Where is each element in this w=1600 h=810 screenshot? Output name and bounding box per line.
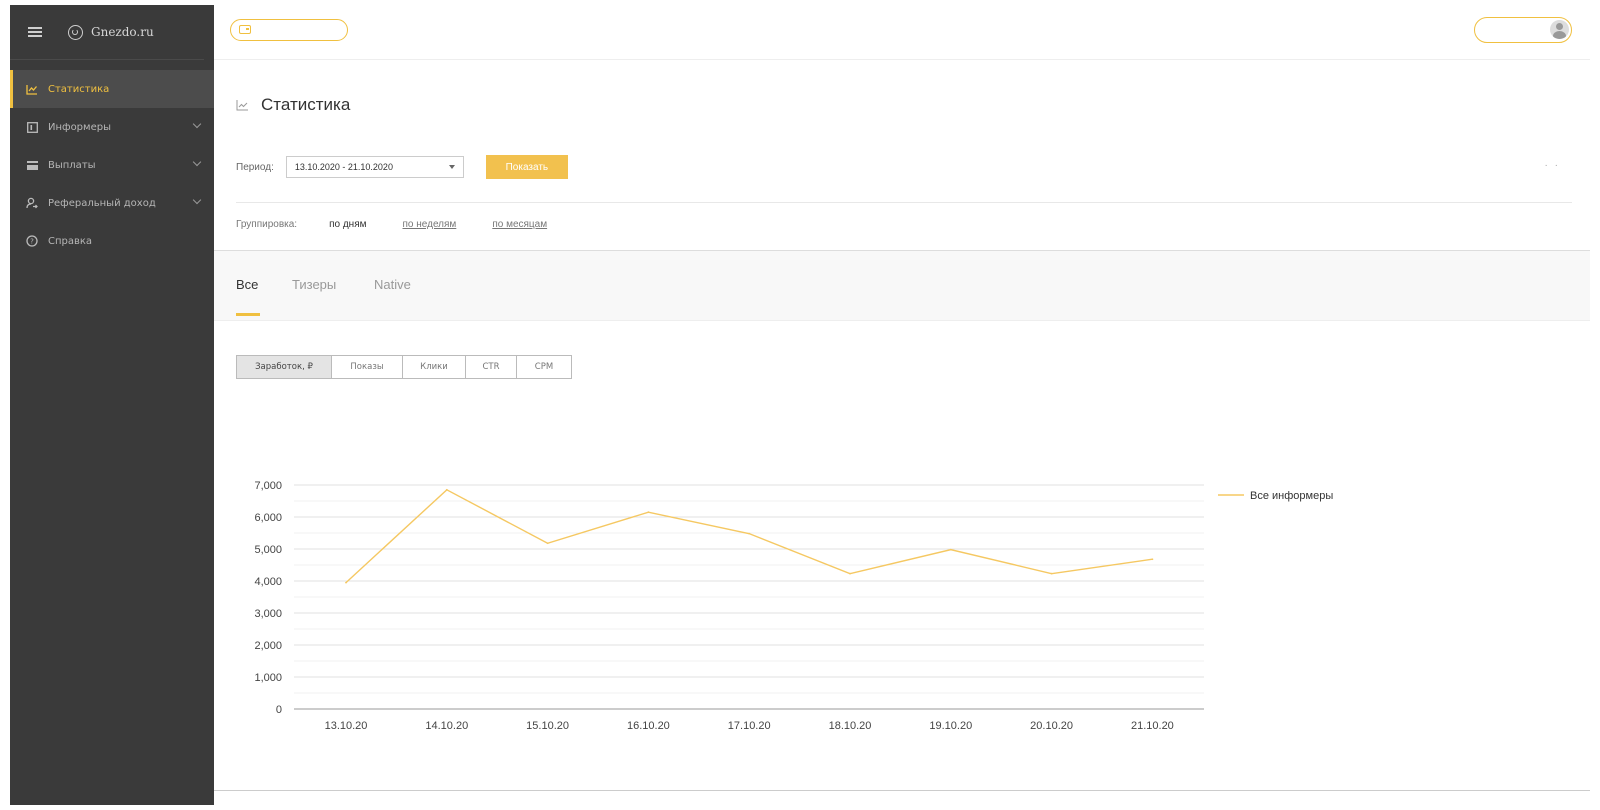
data-point — [345, 581, 347, 584]
metric-ctr-button[interactable]: CTR — [466, 356, 517, 378]
data-point — [949, 548, 952, 551]
grouping-label: Группировка: — [236, 219, 298, 230]
y-tick-label: 0 — [276, 704, 282, 716]
sidebar-item-payouts[interactable]: Выплаты — [10, 146, 214, 184]
data-point — [647, 511, 650, 514]
main-content: Статистика Период: 13.10.2020 - 21.10.20… — [214, 5, 1590, 805]
x-tick-label: 17.10.20 — [728, 720, 771, 732]
period-select[interactable]: 13.10.2020 - 21.10.2020 — [285, 156, 464, 178]
chevron-down-icon — [192, 157, 202, 167]
x-tick-label: 20.10.20 — [1030, 720, 1073, 732]
y-tick-label: 7,000 — [254, 480, 282, 492]
informer-icon — [26, 121, 38, 133]
x-tick-label: 18.10.20 — [829, 720, 872, 732]
more-dots[interactable]: · · — [1545, 160, 1560, 171]
earnings-line-chart: 0 1,000 2,000 3,000 4,000 5,000 6,000 7,000 13.1… — [254, 480, 1333, 732]
tab-all[interactable]: Все — [236, 277, 258, 292]
metric-impressions-button[interactable]: Показы — [332, 356, 403, 378]
data-point — [1151, 558, 1154, 561]
page-title-text: Статистика — [261, 95, 351, 114]
balance-button[interactable] — [230, 19, 348, 41]
data-point — [1050, 572, 1053, 575]
sidebar-item-statistics[interactable]: Статистика — [10, 70, 214, 108]
data-point — [546, 542, 549, 545]
grouping-by-weeks[interactable]: по неделям — [403, 219, 457, 230]
x-tick-label: 15.10.20 — [526, 720, 569, 732]
tabs-bar: Все Тизеры Native — [214, 250, 1590, 321]
x-tick-label: 14.10.20 — [425, 720, 468, 732]
metric-earnings-button[interactable]: Заработок, ₽ — [237, 356, 332, 378]
chart-icon — [236, 99, 249, 111]
y-tick-label: 5,000 — [254, 544, 282, 556]
chart-icon — [26, 83, 38, 95]
metric-clicks-button[interactable]: Клики — [403, 356, 466, 378]
menu-icon[interactable] — [28, 27, 42, 37]
sidebar-item-label: Статистика — [48, 83, 110, 95]
period-filter: Период: 13.10.2020 - 21.10.2020 Показать — [236, 155, 568, 179]
y-tick-label: 2,000 — [254, 640, 282, 652]
tab-native[interactable]: Native — [374, 277, 411, 292]
wallet-icon — [239, 25, 251, 34]
sidebar-item-informers[interactable]: Информеры — [10, 108, 214, 146]
sidebar-item-label: Справка — [48, 235, 93, 247]
chevron-down-icon — [192, 119, 202, 129]
period-value: 13.10.2020 - 21.10.2020 — [294, 162, 393, 172]
logo-icon — [68, 24, 83, 40]
chevron-down-icon — [192, 195, 202, 205]
x-tick-label: 19.10.20 — [929, 720, 972, 732]
metric-cpm-button[interactable]: CPM — [517, 356, 571, 378]
page-title: Статистика — [236, 95, 350, 115]
grouping-by-days[interactable]: по дням — [329, 219, 366, 230]
data-point — [445, 488, 448, 491]
sidebar-item-label: Реферальный доход — [48, 197, 156, 209]
svg-text:?: ? — [30, 238, 34, 246]
data-point — [748, 532, 751, 535]
sidebar-item-label: Выплаты — [48, 159, 96, 171]
help-icon: ? — [26, 235, 38, 247]
sidebar: Gnezdo.ru Статистика Информеры Выплаты Р… — [10, 5, 214, 805]
active-tab-indicator — [236, 313, 260, 316]
x-tick-label: 21.10.20 — [1131, 720, 1174, 732]
period-label: Период: — [236, 161, 274, 173]
y-tick-label: 3,000 — [254, 608, 282, 620]
metric-switcher: Заработок, ₽ Показы Клики CTR CPM — [236, 355, 572, 379]
data-point — [849, 572, 851, 575]
legend-label: Все информеры — [1250, 490, 1333, 502]
user-menu-button[interactable] — [1474, 17, 1572, 43]
sidebar-nav: Статистика Информеры Выплаты Реферальный… — [10, 70, 214, 260]
bottom-divider — [214, 790, 1590, 791]
card-icon — [26, 159, 38, 171]
sidebar-item-help[interactable]: ? Справка — [10, 222, 214, 260]
caret-down-icon — [448, 165, 455, 169]
grouping-row: Группировка: по дням по неделям по месяц… — [236, 219, 583, 230]
logo-text[interactable]: Gnezdo.ru — [91, 25, 154, 39]
sidebar-header: Gnezdo.ru — [10, 5, 204, 60]
y-tick-label: 6,000 — [254, 512, 282, 524]
sidebar-item-label: Информеры — [48, 121, 111, 133]
x-tick-label: 13.10.20 — [325, 720, 368, 732]
avatar — [1550, 20, 1569, 39]
top-bar — [214, 5, 1590, 60]
divider — [236, 202, 1572, 203]
sidebar-item-referral[interactable]: Реферальный доход — [10, 184, 214, 222]
series-line — [345, 488, 1153, 584]
app-frame: Gnezdo.ru Статистика Информеры Выплаты Р… — [10, 5, 1590, 805]
x-tick-label: 16.10.20 — [627, 720, 670, 732]
tab-teasers[interactable]: Тизеры — [292, 277, 336, 292]
show-button[interactable]: Показать — [485, 155, 568, 179]
y-tick-label: 4,000 — [254, 576, 282, 588]
y-tick-label: 1,000 — [254, 672, 282, 684]
referral-icon — [26, 197, 38, 209]
grouping-by-months[interactable]: по месяцам — [492, 219, 547, 230]
